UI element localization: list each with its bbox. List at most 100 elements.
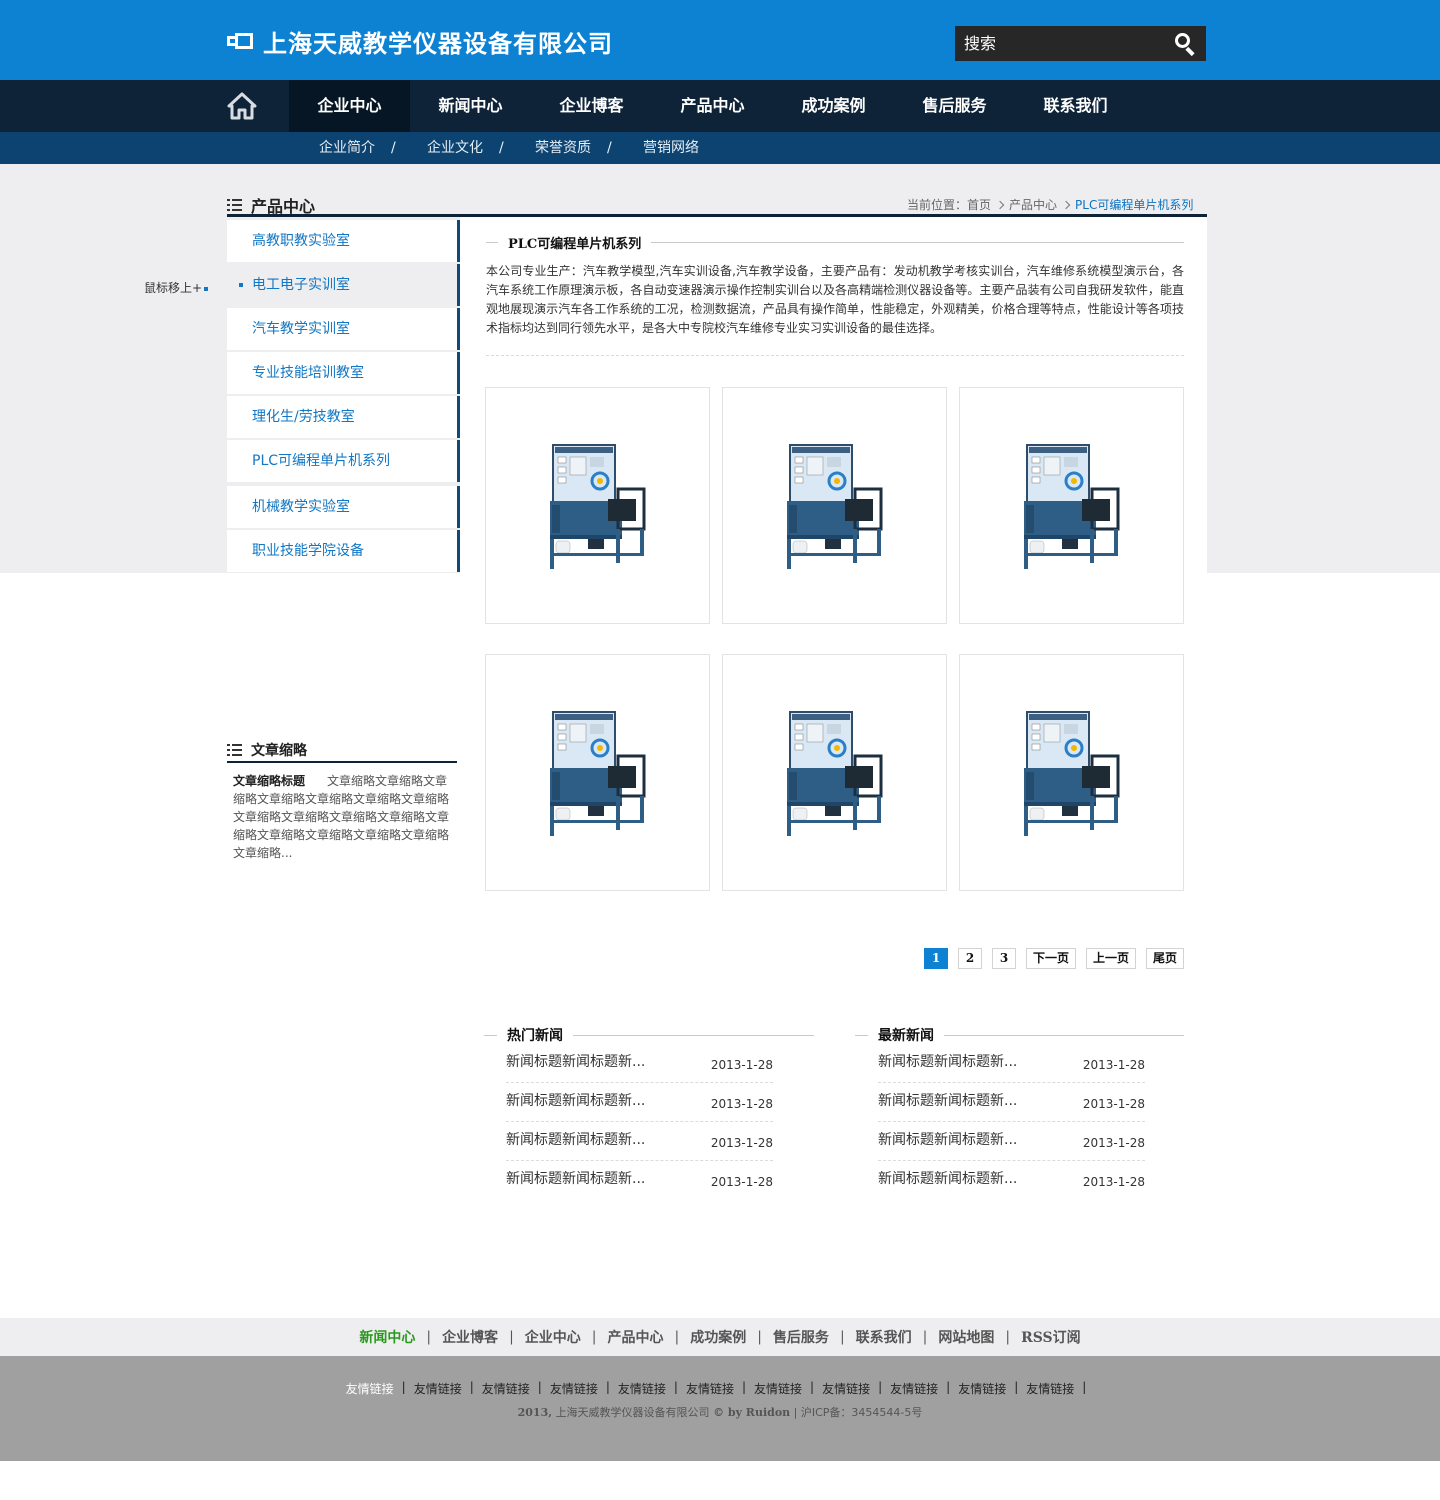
page-2-button[interactable]: 2 [958,948,982,969]
sidebar-item-0[interactable]: 高教职教实验室 [227,220,457,262]
footer-nav: 新闻中心 | 企业博客 | 企业中心 | 产品中心 | 成功案例 | 售后服务 | 联系我们 | 网站地图 |… [0,1318,1440,1356]
product-card[interactable] [485,654,710,891]
footer-link-2[interactable]: 企业中心 [525,1327,581,1347]
sidebar-item-label: 高教职教实验室 [252,233,350,249]
friend-link[interactable]: 友情链接 [550,1380,598,1397]
nav-item-2[interactable]: 企业博客 [531,80,652,132]
latest-news-row: 新闻标题新闻标题新... 2013-1-28 [878,1044,1145,1083]
footer-separator: | [922,1329,928,1345]
news-title[interactable]: 新闻标题新闻标题新... [506,1052,645,1072]
nav-item-1[interactable]: 新闻中心 [410,80,531,132]
news-title[interactable]: 新闻标题新闻标题新... [506,1169,645,1189]
nav-item-3[interactable]: 产品中心 [652,80,773,132]
nav-item-0[interactable]: 企业中心 [289,80,410,132]
sidebar-item-2[interactable]: 汽车教学实训室 [227,308,457,350]
breadcrumb-home[interactable]: 首页 [967,196,991,213]
friend-link[interactable]: 友情链接 [890,1380,938,1397]
subnav-item-2[interactable]: 荣誉资质 [535,132,591,164]
nav-item-4[interactable]: 成功案例 [773,80,894,132]
footer-link-4[interactable]: 成功案例 [690,1327,746,1347]
friend-link[interactable]: 友情链接 [686,1380,734,1397]
latest-news-header: 最新新闻 [855,1025,1184,1045]
sidebar-item-5[interactable]: PLC可编程单片机系列 [227,440,457,482]
friend-link[interactable]: 友情链接 [958,1380,1006,1397]
news-title[interactable]: 新闻标题新闻标题新... [878,1091,1017,1111]
subnav-item-3[interactable]: 营销网络 [643,132,699,164]
sidebar-item-edge [457,352,460,394]
product-card[interactable] [959,654,1184,891]
product-card[interactable] [722,654,947,891]
footer-link-7[interactable]: 网站地图 [938,1327,994,1347]
subnav-item-1[interactable]: 企业文化 [427,132,483,164]
sidebar-item-6[interactable]: 机械教学实验室 [227,486,457,528]
news-date: 2013-1-28 [1082,1058,1145,1072]
next-page-button[interactable]: 下一页 [1026,948,1076,969]
friend-link[interactable]: 友情链接 [1026,1380,1074,1397]
main-description: 本公司专业生产：汽车教学模型,汽车实训设备,汽车教学设备，主要产品有：发动机教学… [486,264,1184,335]
news-date: 2013-1-28 [1082,1097,1145,1111]
sidebar-item-4[interactable]: 理化生/劳技教室 [227,396,457,438]
page-1-button[interactable]: 1 [924,948,948,969]
news-title[interactable]: 新闻标题新闻标题新... [878,1130,1017,1150]
page-3-button[interactable]: 3 [992,948,1016,969]
news-title[interactable]: 新闻标题新闻标题新... [878,1169,1017,1189]
hot-news-header: 热门新闻 [484,1025,814,1045]
news-date: 2013-1-28 [1082,1175,1145,1189]
footer-link-0[interactable]: 新闻中心 [359,1327,415,1347]
friend-separator: | [1014,1380,1019,1394]
product-card[interactable] [722,387,947,624]
prev-page-button[interactable]: 上一页 [1086,948,1136,969]
last-page-button[interactable]: 尾页 [1146,948,1184,969]
footer-link-5[interactable]: 售后服务 [773,1327,829,1347]
subnav-separator: / [499,140,504,156]
friend-separator: | [537,1380,542,1394]
sidebar-item-label: 职业技能学院设备 [252,543,364,559]
home-icon[interactable] [227,92,257,120]
footer-link-8[interactable]: RSS订阅 [1021,1327,1081,1347]
footer-separator: | [839,1329,845,1345]
article-title[interactable]: 文章缩略标题 [233,774,305,788]
friend-link[interactable]: 友情链接 [618,1380,666,1397]
nav-item-6[interactable]: 联系我们 [1015,80,1136,132]
friend-link[interactable]: 友情链接 [822,1380,870,1397]
sidebar-item-1[interactable]: 电工电子实训室 [227,264,457,306]
friend-link[interactable]: 友情链接 [482,1380,530,1397]
search-input[interactable] [955,26,1165,61]
product-card[interactable] [485,387,710,624]
copyright-company: 上海天威教学仪器设备有限公司 [555,1406,710,1419]
article-header: 文章缩略 [227,740,307,760]
logo[interactable]: 上海天威教学仪器设备有限公司 [227,24,613,58]
footer-separator: | [509,1329,514,1345]
breadcrumb-current[interactable]: PLC可编程单片机系列 [1075,196,1193,213]
subnav-item-0[interactable]: 企业简介 [319,132,375,164]
hot-news-row: 新闻标题新闻标题新... 2013-1-28 [506,1044,773,1083]
friend-link[interactable]: 友情链接 [414,1380,462,1397]
sidebar-item-label: 专业技能培训教室 [252,365,364,381]
article-section-title: 文章缩略 [251,743,307,759]
news-title[interactable]: 新闻标题新闻标题新... [506,1130,645,1150]
description-divider [486,355,1184,356]
sidebar-item-edge [457,396,460,438]
product-card[interactable] [959,387,1184,624]
sidebar-item-7[interactable]: 职业技能学院设备 [227,530,457,572]
sub-nav [0,132,1440,164]
latest-news-row: 新闻标题新闻标题新... 2013-1-28 [878,1122,1145,1161]
hover-label: 鼠标移上+ [144,279,209,296]
icp-number: 沪ICP备：3454544-5号 [800,1406,923,1419]
news-title[interactable]: 新闻标题新闻标题新... [506,1091,645,1111]
sidebar-item-edge [457,308,460,350]
footer-link-3[interactable]: 产品中心 [608,1327,664,1347]
friend-link[interactable]: 友情链接 [754,1380,802,1397]
breadcrumb-products[interactable]: 产品中心 [1009,196,1057,213]
sidebar-item-3[interactable]: 专业技能培训教室 [227,352,457,394]
search-button[interactable] [1166,26,1206,61]
footer-link-1[interactable]: 企业博客 [442,1327,498,1347]
friend-link[interactable]: 友情链接 [346,1380,394,1397]
footer-link-6[interactable]: 联系我们 [856,1327,912,1347]
news-title[interactable]: 新闻标题新闻标题新... [878,1052,1017,1072]
sidebar-item-edge [457,440,460,482]
friend-separator: | [673,1380,678,1394]
sidebar-item-label: 理化生/劳技教室 [252,409,355,425]
nav-item-5[interactable]: 售后服务 [894,80,1015,132]
chevron-right-icon [995,200,1005,209]
